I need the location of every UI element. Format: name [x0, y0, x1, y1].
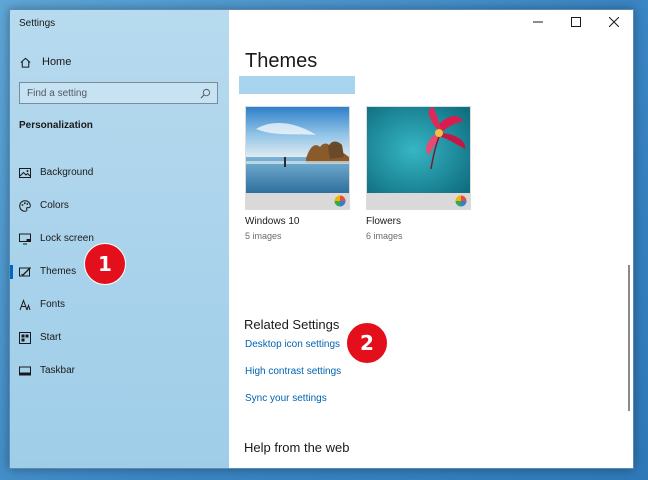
beach-image — [246, 107, 349, 193]
home-link[interactable]: Home — [19, 54, 71, 70]
themes-icon — [19, 266, 31, 276]
theme-image-count: 6 images — [366, 231, 403, 241]
color-palette-icon — [455, 195, 467, 207]
search-input[interactable]: Find a setting — [19, 82, 218, 104]
close-icon — [609, 17, 619, 27]
maximize-icon — [571, 17, 581, 27]
section-title: Personalization — [19, 120, 93, 131]
start-icon — [19, 331, 31, 344]
sidebar-item-label: Fonts — [40, 299, 66, 310]
maximize-button[interactable] — [557, 10, 595, 34]
theme-card-windows-10[interactable]: Windows 10 5 images — [245, 106, 350, 241]
color-palette-icon — [334, 195, 346, 207]
theme-thumbnail[interactable] — [245, 106, 350, 210]
related-settings-title: Related Settings — [244, 317, 340, 332]
sidebar-item-start[interactable]: Start — [10, 321, 229, 354]
minimize-button[interactable] — [519, 10, 557, 34]
home-icon — [20, 57, 31, 68]
flower-image — [367, 107, 470, 193]
theme-name: Flowers — [366, 216, 402, 227]
sidebar-item-label: Background — [40, 167, 94, 178]
app-title: Settings — [19, 18, 56, 29]
sidebar-item-colors[interactable]: Colors — [10, 189, 229, 222]
search-placeholder: Find a setting — [27, 87, 88, 99]
title-bar-controls — [519, 10, 633, 34]
sidebar-item-label: Start — [40, 332, 62, 343]
annotation-badge-1: 1 — [84, 243, 126, 285]
cut-off-text — [245, 466, 465, 468]
annotation-badge-2: 2 — [346, 322, 388, 364]
home-label: Home — [42, 56, 72, 68]
sidebar-item-label: Lock screen — [40, 233, 94, 244]
sidebar-item-label: Colors — [40, 200, 69, 211]
font-icon — [19, 298, 31, 310]
help-from-web-title: Help from the web — [244, 440, 350, 455]
taskbar-icon — [19, 366, 31, 375]
sidebar-item-label: Themes — [40, 266, 77, 277]
selected-theme-highlight — [239, 76, 355, 94]
sidebar-item-background[interactable]: Background — [10, 156, 229, 189]
settings-window: Settings Home Find a setting Personaliza… — [9, 9, 634, 469]
sidebar: Settings Home Find a setting Personaliza… — [10, 10, 229, 468]
theme-thumbnail[interactable] — [366, 106, 471, 210]
sidebar-item-fonts[interactable]: Fonts — [10, 288, 229, 321]
minimize-icon — [533, 21, 543, 23]
page-title: Themes — [245, 50, 318, 72]
search-icon[interactable] — [200, 88, 211, 99]
theme-image-count: 5 images — [245, 231, 282, 241]
desktop-icon-settings-link[interactable]: Desktop icon settings — [245, 339, 340, 350]
scrollbar[interactable] — [628, 265, 630, 411]
monitor-lock-icon — [19, 233, 31, 244]
theme-name: Windows 10 — [245, 216, 300, 227]
sidebar-item-taskbar[interactable]: Taskbar — [10, 354, 229, 387]
picture-icon — [19, 167, 31, 178]
theme-card-flowers[interactable]: Flowers 6 images — [366, 106, 471, 241]
high-contrast-settings-link[interactable]: High contrast settings — [245, 366, 341, 377]
palette-icon — [19, 199, 31, 212]
main-content: Themes Windows 10 5 images Flowers 6 ima… — [229, 10, 633, 468]
close-button[interactable] — [595, 10, 633, 34]
sidebar-item-label: Taskbar — [40, 365, 76, 376]
sync-settings-link[interactable]: Sync your settings — [245, 393, 327, 404]
